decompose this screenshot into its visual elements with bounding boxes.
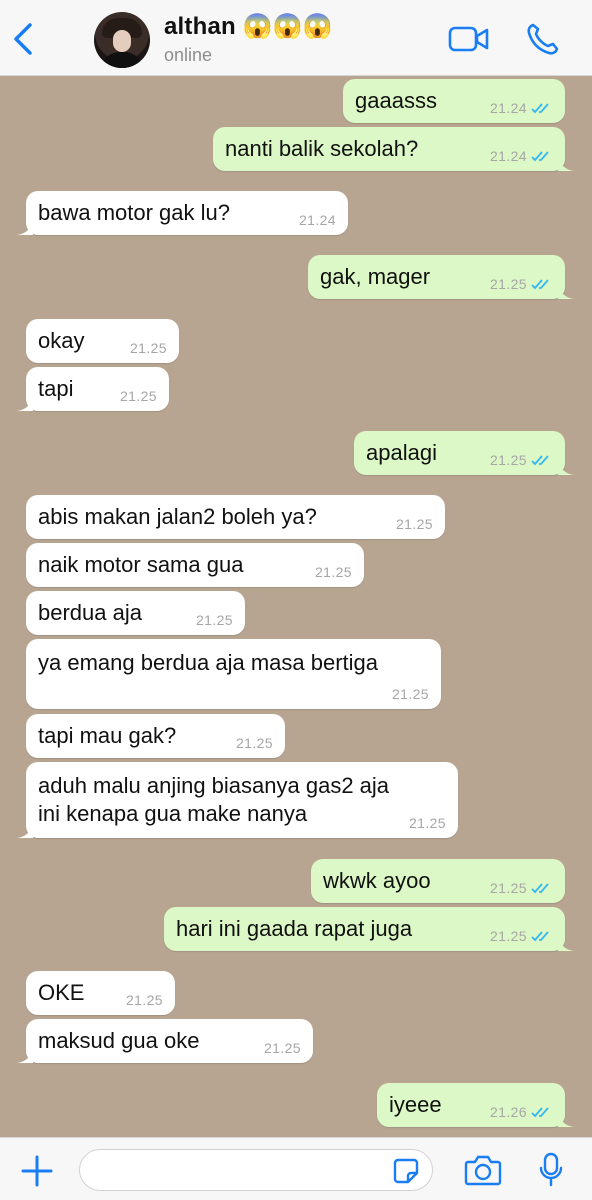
read-ticks-icon: [531, 103, 549, 114]
bubble-tail: [558, 283, 574, 299]
message-time: 21.26: [490, 1104, 553, 1120]
message-text: hari ini gaada rapat juga: [176, 916, 413, 941]
message-time: 21.24: [490, 100, 553, 116]
read-ticks-icon: [531, 883, 549, 894]
message-bubble-incoming[interactable]: maksud gua oke 21.25: [17, 1019, 313, 1063]
message-text: berdua aja: [38, 600, 142, 625]
message-bubble-incoming[interactable]: naik motor sama gua 21.25: [26, 543, 364, 587]
message-text: naik motor sama gua: [38, 552, 244, 577]
message-bubble-outgoing[interactable]: hari ini gaada rapat juga 21.25: [164, 907, 574, 951]
read-ticks-icon: [531, 151, 549, 162]
message-bubble-incoming[interactable]: abis makan jalan2 boleh ya? 21.25: [26, 495, 445, 539]
message-text: gak, mager: [320, 264, 431, 289]
message-bubble-incoming[interactable]: tapi 21.25: [17, 367, 169, 411]
message-time: 21.24: [298, 212, 336, 228]
message-bubble-incoming[interactable]: bawa motor gak lu? 21.24: [17, 191, 348, 235]
composer-bar: [0, 1137, 592, 1200]
message-time: 21.25: [391, 686, 429, 702]
message-text: nanti balik sekolah?: [225, 136, 419, 161]
message-bubble-incoming[interactable]: tapi mau gak? 21.25: [26, 714, 285, 758]
message-time: 21.25: [490, 276, 553, 292]
message-time: 21.25: [263, 1040, 301, 1056]
message-time: 21.24: [490, 148, 553, 164]
message-bubble-incoming[interactable]: okay 21.25: [26, 319, 179, 363]
contact-avatar[interactable]: [94, 12, 150, 68]
message-bubble-outgoing[interactable]: apalagi 21.25: [354, 431, 574, 475]
message-bubble-outgoing[interactable]: wkwk ayoo 21.25: [311, 859, 565, 903]
message-time: 21.25: [129, 340, 167, 356]
message-time: 21.25: [125, 992, 163, 1008]
message-time: 21.25: [235, 735, 273, 751]
contact-status: online: [164, 45, 213, 65]
message-time: 21.25: [119, 388, 157, 404]
bubble-tail: [558, 1111, 574, 1127]
bubble-tail: [17, 822, 33, 838]
message-text: ya emang berdua aja masa bertiga: [38, 650, 378, 675]
message-text: gaaasss: [355, 88, 437, 113]
bubble-tail: [17, 395, 33, 411]
bubble-tail: [558, 155, 574, 171]
phone-call-icon[interactable]: [526, 22, 560, 56]
message-text: aduh malu anjing biasanya gas2 aja ini k…: [38, 773, 390, 826]
message-bubble-outgoing[interactable]: iyeee 21.26: [377, 1083, 574, 1127]
camera-icon[interactable]: [464, 1154, 502, 1186]
message-text: tapi mau gak?: [38, 723, 177, 748]
sticker-icon[interactable]: [392, 1157, 420, 1185]
message-time: 21.25: [195, 612, 233, 628]
message-input[interactable]: [79, 1149, 433, 1191]
message-time: 21.25: [490, 880, 553, 896]
bubble-tail: [17, 219, 33, 235]
read-ticks-icon: [531, 931, 549, 942]
message-time: 21.25: [490, 928, 553, 944]
message-time: 21.25: [490, 452, 553, 468]
message-text: maksud gua oke: [38, 1028, 200, 1053]
message-text: apalagi: [366, 440, 437, 465]
read-ticks-icon: [531, 455, 549, 466]
read-ticks-icon: [531, 279, 549, 290]
message-text: OKE: [38, 980, 85, 1005]
chat-header: althan 😱😱😱 online: [0, 0, 592, 76]
microphone-icon[interactable]: [538, 1152, 564, 1188]
message-bubble-incoming[interactable]: ya emang berdua aja masa bertiga 21.25: [26, 639, 441, 709]
bubble-tail: [558, 935, 574, 951]
message-text: wkwk ayoo: [323, 868, 431, 893]
back-chevron-icon[interactable]: [10, 22, 38, 56]
message-bubble-incoming[interactable]: berdua aja 21.25: [26, 591, 245, 635]
message-text: abis makan jalan2 boleh ya?: [38, 504, 317, 529]
message-bubble-incoming[interactable]: aduh malu anjing biasanya gas2 aja ini k…: [17, 762, 458, 838]
message-text: tapi: [38, 376, 74, 401]
message-bubble-outgoing[interactable]: nanti balik sekolah? 21.24: [213, 127, 574, 171]
plus-icon[interactable]: [20, 1154, 54, 1188]
message-time: 21.25: [408, 815, 446, 831]
bubble-tail: [558, 459, 574, 475]
bubble-tail: [17, 1047, 33, 1063]
message-time: 21.25: [314, 564, 352, 580]
message-text: iyeee: [389, 1092, 442, 1117]
message-text: okay: [38, 328, 85, 353]
contact-name[interactable]: althan 😱😱😱: [164, 12, 333, 41]
message-bubble-incoming[interactable]: OKE 21.25: [26, 971, 175, 1015]
message-bubble-outgoing[interactable]: gaaasss 21.24: [343, 79, 565, 123]
video-call-icon[interactable]: [448, 24, 490, 54]
message-bubble-outgoing[interactable]: gak, mager 21.25: [308, 255, 574, 299]
read-ticks-icon: [531, 1107, 549, 1118]
message-time: 21.25: [395, 516, 433, 532]
message-text: bawa motor gak lu?: [38, 200, 230, 225]
